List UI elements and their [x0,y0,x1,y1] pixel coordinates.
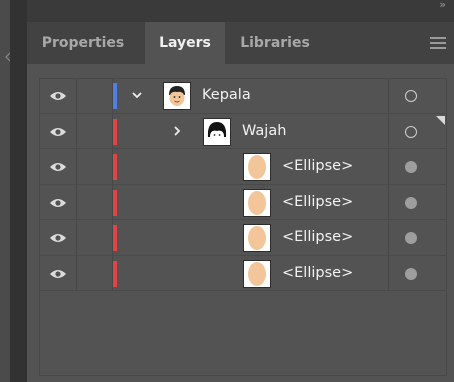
target-cell [388,220,447,255]
layer-row-kepala[interactable]: Kepala [39,78,447,114]
collapse-panels-icon[interactable]: » [439,0,446,10]
target-circle-icon[interactable] [405,125,417,138]
layer-name[interactable]: <Ellipse> [282,149,353,184]
target-cell [388,113,447,148]
layer-color-bar [113,225,117,251]
chevron-down-icon[interactable] [130,88,144,102]
layer-color-bar [113,83,117,109]
eye-icon [50,234,66,242]
eye-icon [50,269,66,278]
lock-toggle[interactable] [77,149,113,184]
ellipse-icon [243,188,271,217]
visibility-toggle[interactable] [39,184,77,219]
target-circle-icon[interactable] [405,196,417,209]
visibility-toggle[interactable] [39,220,77,255]
layer-name[interactable]: Kepala [202,78,251,113]
target-cell [388,78,447,113]
lock-toggle[interactable] [77,255,113,290]
eye-icon [50,163,66,171]
panel-top-bar: » [27,0,454,22]
target-cell [388,149,447,184]
tab-layers[interactable]: Layers [145,22,225,64]
chevron-right-icon[interactable] [170,124,184,138]
selection-indicator-icon [436,115,445,125]
target-circle-icon[interactable] [405,161,417,173]
layer-name[interactable]: <Ellipse> [282,185,353,220]
visibility-toggle[interactable] [39,149,77,184]
eye-icon [50,92,66,100]
ellipse-icon [243,153,271,181]
panel-menu-icon[interactable] [430,37,446,49]
layer-name[interactable]: <Ellipse> [282,256,353,291]
eye-icon [50,198,66,207]
ellipse-icon [243,224,271,252]
layer-row-ellipse[interactable]: <Ellipse> [39,220,447,256]
layer-color-bar [113,118,117,145]
layer-row-wajah[interactable]: Wajah [39,113,447,149]
layer-color-bar [113,154,117,180]
layer-list: Kepala Wajah <Ellipse> <Ellipse> <Ellips… [39,78,447,291]
layer-row-ellipse[interactable]: <Ellipse> [39,255,447,291]
visibility-toggle[interactable] [39,255,77,290]
face-hair-icon [203,117,231,146]
layer-row-ellipse[interactable]: <Ellipse> [39,149,447,185]
panel-tabs: Properties Layers Libraries [27,22,454,64]
face-icon [163,82,191,110]
lock-toggle[interactable] [77,220,113,255]
ellipse-icon [243,259,271,288]
eye-icon [50,127,66,136]
lock-toggle[interactable] [77,184,113,219]
layers-panel: » Properties Layers Libraries Kepala Waj… [27,0,454,382]
layer-row-ellipse[interactable]: <Ellipse> [39,184,447,220]
left-strip [0,0,11,382]
tab-properties[interactable]: Properties [35,22,131,64]
visibility-toggle[interactable] [39,113,77,148]
layer-color-bar [113,260,117,287]
layer-name[interactable]: Wajah [242,114,286,149]
target-cell [388,255,447,290]
target-circle-icon[interactable] [405,232,417,244]
panel-divider [10,0,27,382]
visibility-toggle[interactable] [39,78,77,113]
target-cell [388,184,447,219]
layer-color-bar [113,189,117,216]
lock-toggle[interactable] [77,78,113,113]
lock-toggle[interactable] [77,113,113,148]
target-circle-icon[interactable] [405,267,417,280]
target-circle-icon[interactable] [405,90,417,102]
layer-name[interactable]: <Ellipse> [282,220,353,255]
tab-libraries[interactable]: Libraries [231,22,319,64]
